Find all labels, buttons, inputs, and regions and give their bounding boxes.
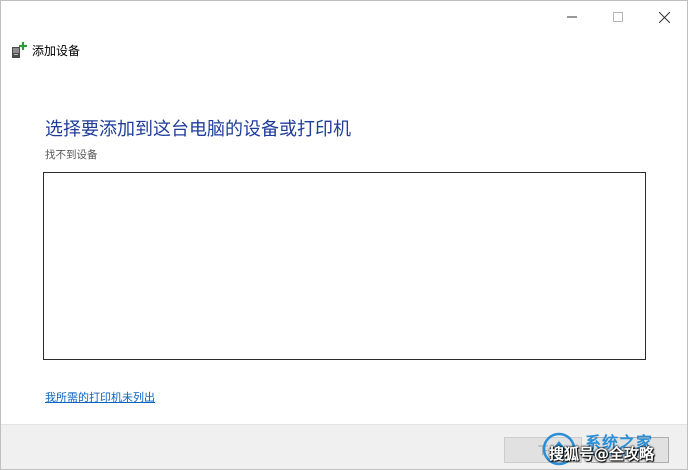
add-device-window: 添加设备 选择要添加到这台电脑的设备或打印机 找不到设备 我所需的打印机未列出 … (0, 0, 688, 470)
title-bar-controls (549, 1, 687, 33)
close-button[interactable] (641, 1, 687, 33)
window-title: 添加设备 (32, 43, 81, 58)
cancel-button[interactable] (591, 437, 669, 463)
printer-not-listed-link[interactable]: 我所需的打印机未列出 (45, 389, 155, 405)
close-icon (658, 11, 670, 23)
minimize-icon (567, 16, 577, 18)
maximize-button[interactable] (595, 1, 641, 33)
next-button[interactable]: 下 (504, 437, 582, 463)
next-button-label: 下 (537, 444, 549, 457)
minimize-button[interactable] (549, 1, 595, 33)
device-list[interactable] (43, 172, 646, 360)
footer-bar: 下 (1, 424, 687, 469)
status-text: 找不到设备 (45, 149, 98, 161)
add-device-icon (12, 42, 27, 58)
page-title: 选择要添加到这台电脑的设备或打印机 (45, 119, 351, 140)
maximize-icon (613, 12, 623, 22)
window-header: 添加设备 (11, 39, 80, 61)
